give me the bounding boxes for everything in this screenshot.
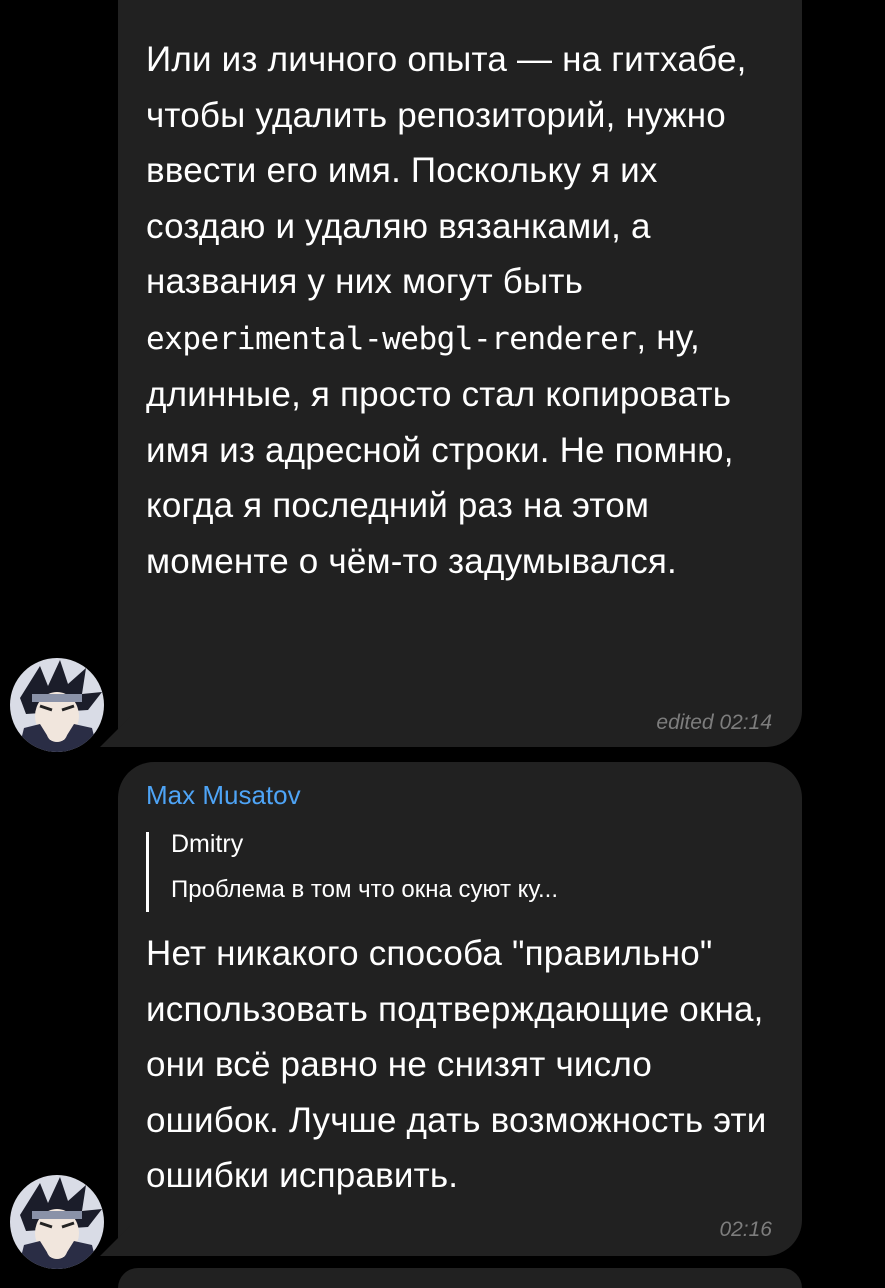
message-bubble[interactable]: Или из личного опыта — на гитхабе, чтобы… [118,0,802,747]
message-bubble[interactable]: Max Musatov Dmitry Проблема в том что ок… [118,762,802,1256]
message-timestamp: 02:16 [719,1218,772,1241]
user-avatar-icon[interactable] [10,658,104,752]
message-timestamp: edited 02:14 [656,711,772,734]
reply-author: Dmitry [171,830,244,858]
reply-quote[interactable]: Dmitry Проблема в том что окна суют ку..… [146,830,558,912]
message-text-part: Или из личного опыта — на гитхабе, чтобы… [146,40,757,301]
next-message-bubble-edge [118,1268,802,1288]
reply-preview-text: Проблема в том что окна суют ку... [171,876,558,903]
inline-code: experimental-webgl-renderer [146,320,637,357]
message-text: Нет никакого способа "правильно" использ… [146,934,777,1195]
sender-name[interactable]: Max Musatov [146,780,301,811]
message-text: Или из личного опыта — на гитхабе, чтобы… [146,32,786,589]
avatar-image [10,1175,104,1269]
avatar-image [10,658,104,752]
user-avatar-icon[interactable] [10,1175,104,1269]
